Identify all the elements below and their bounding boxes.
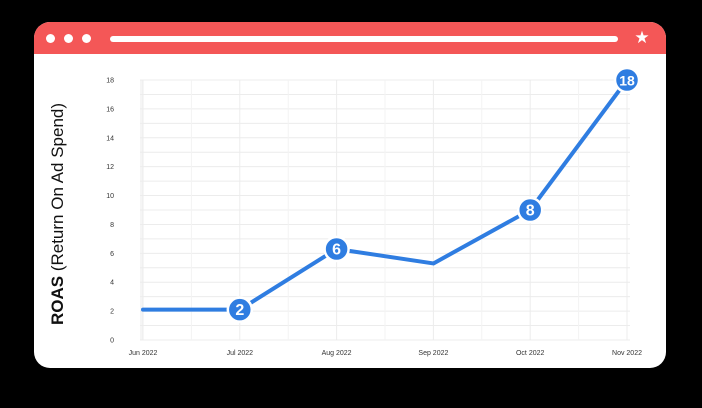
x-tick-label: Jun 2022 xyxy=(129,350,158,357)
y-tick-label: 10 xyxy=(106,193,114,200)
data-point-label: 6 xyxy=(332,242,341,259)
y-tick-label: 14 xyxy=(106,135,114,142)
y-tick-label: 16 xyxy=(106,106,114,113)
x-tick-label: Jul 2022 xyxy=(227,350,254,357)
x-tick-label: Oct 2022 xyxy=(516,350,545,357)
x-tick-label: Nov 2022 xyxy=(612,350,642,357)
y-tick-label: 6 xyxy=(110,251,114,258)
y-tick-label: 8 xyxy=(110,222,114,229)
x-tick-label: Sep 2022 xyxy=(418,350,448,357)
y-tick-label: 0 xyxy=(110,338,114,345)
x-tick-label: Aug 2022 xyxy=(322,350,352,357)
data-point-label: 18 xyxy=(619,73,635,89)
data-point-label: 2 xyxy=(235,302,244,319)
y-tick-label: 4 xyxy=(110,280,114,287)
y-tick-label: 12 xyxy=(106,164,114,171)
y-tick-label: 2 xyxy=(110,309,114,316)
data-point-label: 8 xyxy=(526,203,535,220)
y-tick-label: 18 xyxy=(106,78,114,85)
roas-line-chart: 0 2 4 6 8 10 12 14 16 18 Jun 2022 Jul 2022 Aug 2022 S… xyxy=(106,66,642,357)
